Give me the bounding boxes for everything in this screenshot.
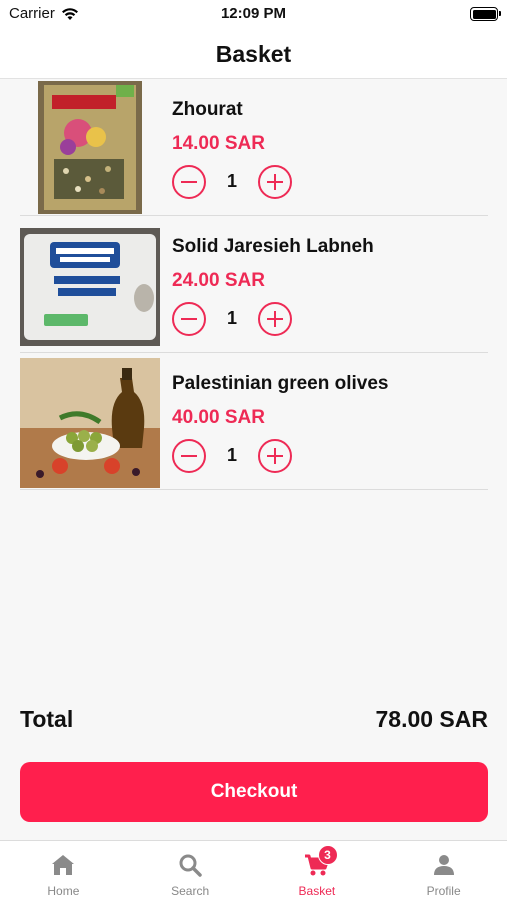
status-bar: Carrier 12:09 PM [0, 0, 507, 30]
quantity-stepper: 1 [172, 165, 294, 199]
person-icon [433, 855, 454, 875]
battery-icon [470, 7, 501, 21]
quantity-value: 1 [226, 445, 237, 465]
page-title: Basket [215, 40, 292, 67]
quantity-value: 1 [226, 308, 237, 328]
total-row: Total 78.00 SAR [20, 706, 488, 736]
product-image [20, 358, 160, 488]
tab-bar: Home Search 3 Basket Profile [0, 840, 507, 900]
total-value: 78.00 SAR [375, 706, 488, 732]
product-name: Zhourat [172, 99, 243, 120]
product-price: 14.00 SAR [172, 133, 265, 154]
status-time: 12:09 PM [220, 5, 287, 22]
quantity-stepper: 1 [172, 439, 294, 473]
increase-quantity-button[interactable] [258, 302, 292, 336]
decrease-quantity-button[interactable] [172, 439, 206, 473]
tab-label: Home [47, 884, 80, 898]
tab-profile[interactable]: Profile [380, 841, 507, 900]
quantity-stepper: 1 [172, 302, 294, 336]
checkout-button[interactable]: Checkout [20, 762, 488, 822]
tab-basket[interactable]: 3 Basket [254, 841, 381, 900]
basket-item: Zhourat 14.00 SAR 1 [20, 79, 488, 216]
tab-search[interactable]: Search [127, 841, 254, 900]
tab-label: Basket [298, 884, 336, 898]
nav-bar: Basket [0, 30, 507, 79]
tab-label: Search [171, 884, 210, 898]
tab-home[interactable]: Home [0, 841, 127, 900]
total-label: Total [20, 706, 74, 732]
decrease-quantity-button[interactable] [172, 302, 206, 336]
search-icon [179, 854, 202, 877]
product-name: Palestinian green olives [172, 373, 389, 394]
home-icon [52, 855, 75, 875]
decrease-quantity-button[interactable] [172, 165, 206, 199]
product-image [20, 228, 160, 346]
basket-item: Palestinian green olives 40.00 SAR 1 [20, 353, 488, 490]
increase-quantity-button[interactable] [258, 439, 292, 473]
tab-label: Profile [426, 884, 461, 898]
increase-quantity-button[interactable] [258, 165, 292, 199]
basket-item: Solid Jaresieh Labneh 24.00 SAR 1 [20, 216, 488, 353]
cart-count-badge: 3 [317, 845, 338, 865]
product-name: Solid Jaresieh Labneh [172, 236, 374, 257]
product-image [38, 81, 142, 214]
product-price: 40.00 SAR [172, 407, 265, 428]
product-price: 24.00 SAR [172, 270, 265, 291]
quantity-value: 1 [226, 171, 237, 191]
